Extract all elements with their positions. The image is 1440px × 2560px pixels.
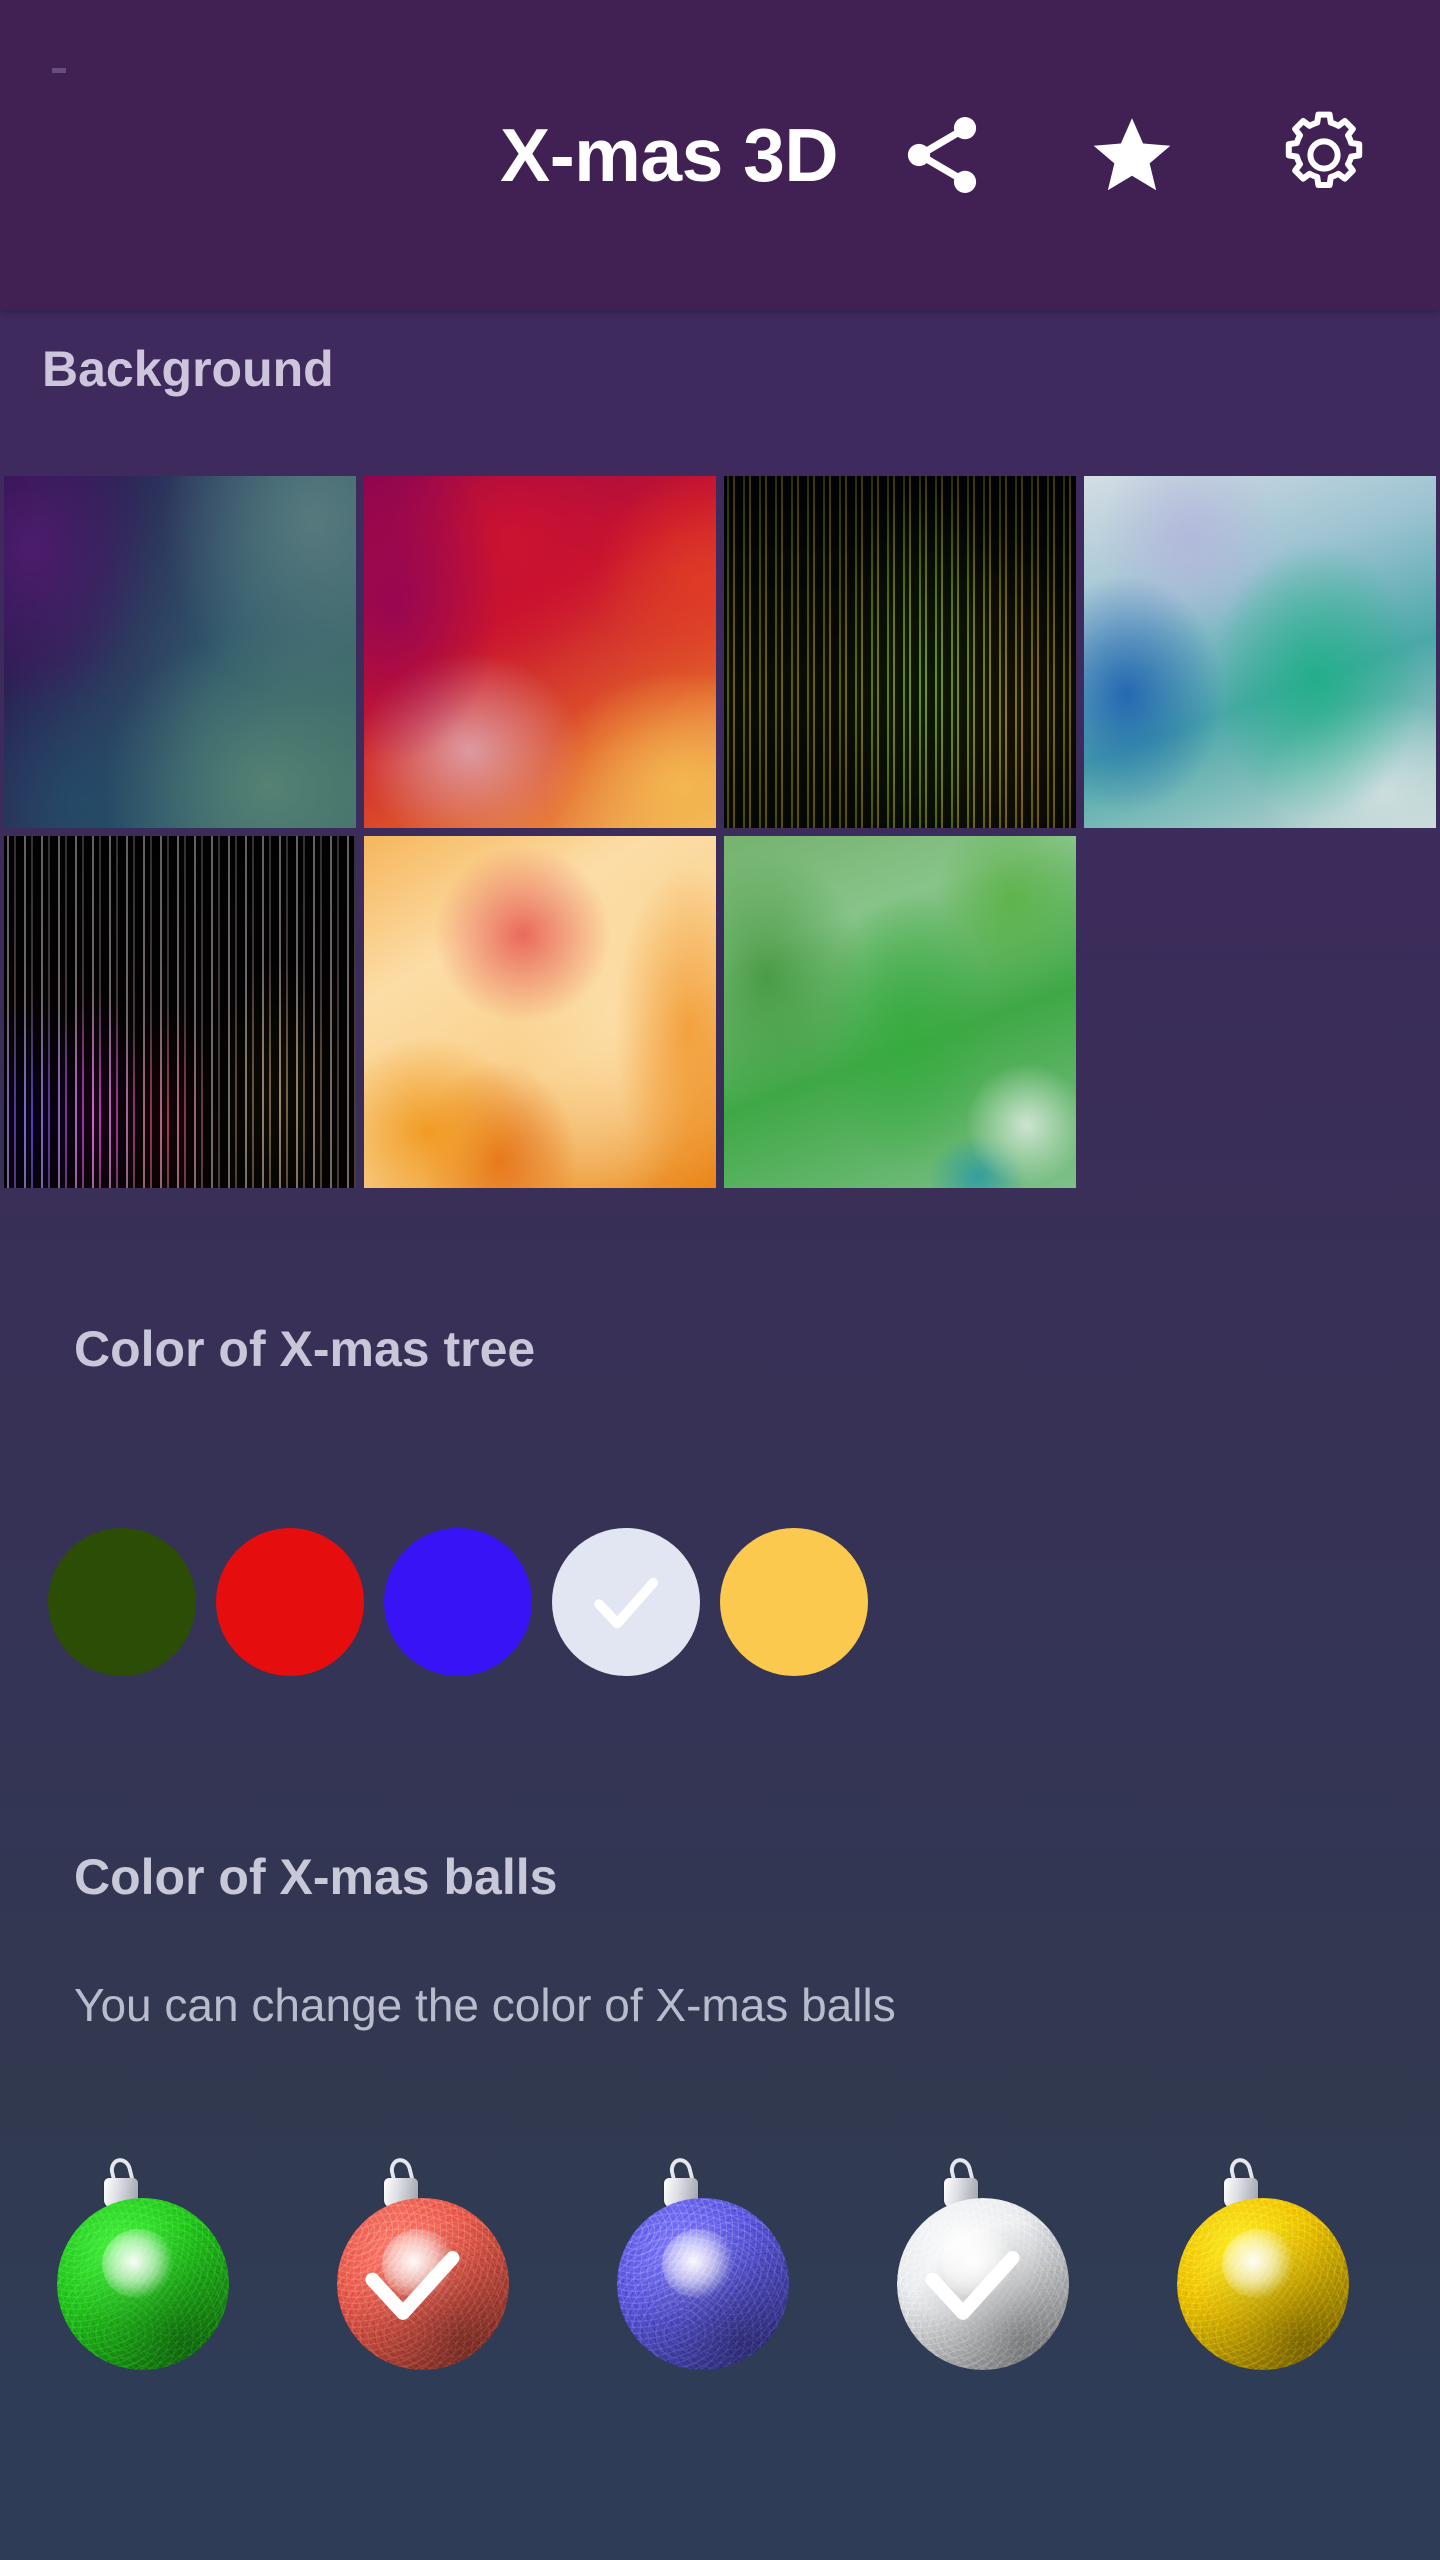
thumb-overlay-4: [1084, 476, 1436, 828]
ball-color-red[interactable]: [328, 2155, 518, 2386]
ball-color-gold[interactable]: [1168, 2155, 1358, 2386]
background-thumb-7[interactable]: [724, 836, 1076, 1188]
check-icon: [365, 2251, 460, 2320]
background-thumb-6[interactable]: [364, 836, 716, 1188]
background-thumb-5[interactable]: [4, 836, 356, 1188]
gear-icon[interactable]: [1268, 99, 1380, 211]
background-thumb-3[interactable]: [724, 476, 1076, 828]
thumb-overlay-7: [724, 836, 1076, 1188]
background-thumb-4[interactable]: [1084, 476, 1436, 828]
check-icon: [594, 1577, 659, 1629]
app-bar: X-mas 3D: [0, 0, 1440, 310]
ball-color-section-subtitle: You can change the color of X-mas balls: [74, 1979, 896, 2031]
ornament-orb: [57, 2198, 229, 2370]
background-section-title: Background: [42, 341, 334, 397]
tree-color-white[interactable]: [552, 1528, 700, 1676]
check-icon: [925, 2251, 1020, 2320]
tree-color-blue[interactable]: [384, 1528, 532, 1676]
thumb-overlay-6: [364, 836, 716, 1188]
tree-color-red[interactable]: [216, 1528, 364, 1676]
tree-color-yellow[interactable]: [720, 1528, 868, 1676]
ball-color-blue[interactable]: [608, 2155, 798, 2386]
background-thumbnail-grid[interactable]: [4, 476, 1440, 1200]
star-icon[interactable]: [1076, 99, 1188, 211]
ball-color-silver[interactable]: [888, 2155, 1078, 2386]
status-bar-remnant: [52, 68, 66, 73]
share-icon[interactable]: [886, 99, 998, 211]
ornament-orb: [1177, 2198, 1349, 2370]
thumb-overlay-2: [364, 476, 716, 828]
thumb-overlay-5: [4, 836, 356, 1188]
tree-color-section-title: Color of X-mas tree: [74, 1321, 536, 1377]
background-thumb-2[interactable]: [364, 476, 716, 828]
tree-color-green[interactable]: [48, 1528, 196, 1676]
ball-color-section-title: Color of X-mas balls: [74, 1849, 558, 1905]
page-title: X-mas 3D: [500, 112, 838, 197]
ornament-orb: [617, 2198, 789, 2370]
thumb-overlay-1: [4, 476, 356, 828]
thumb-overlay-3: [724, 476, 1076, 828]
ball-color-row: [48, 2155, 1392, 2386]
background-thumb-1[interactable]: [4, 476, 356, 828]
ball-color-green[interactable]: [48, 2155, 238, 2386]
tree-color-swatch-row: [48, 1488, 1392, 1716]
